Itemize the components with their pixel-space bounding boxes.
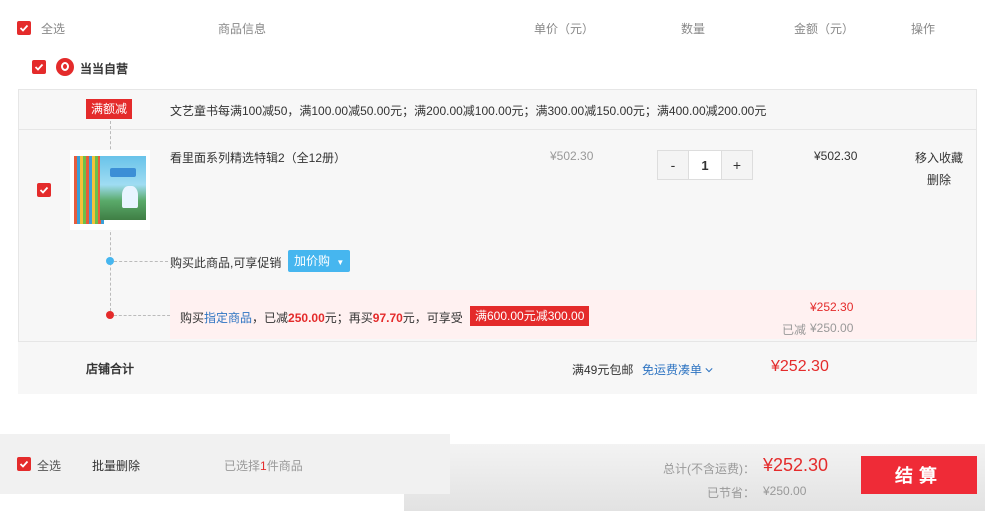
delete-item-link[interactable]: 删除 — [927, 171, 951, 188]
discount-p1: 购买 — [180, 311, 205, 325]
check-icon — [39, 186, 49, 194]
selected-suffix: 件商品 — [266, 459, 303, 473]
selected-count: 1 — [260, 459, 267, 473]
check-icon — [19, 460, 29, 468]
caret-down-icon: ▼ — [336, 258, 345, 267]
promo-line-text: 购买此商品,可享促销 — [170, 256, 282, 270]
book-cover-image — [100, 156, 146, 220]
store-total-label: 店铺合计 — [86, 362, 135, 376]
free-shipping-label: 免运费凑单 — [642, 363, 703, 377]
store-checkbox[interactable] — [32, 60, 46, 74]
promo-dash — [114, 261, 168, 262]
decrease-button[interactable]: - — [658, 151, 688, 179]
promo-tag: 满额减 — [86, 99, 133, 119]
col-unit-price: 单价（元） — [534, 22, 595, 36]
batch-delete-button[interactable]: 批量删除 — [92, 457, 140, 474]
footer-select-all-checkbox[interactable] — [17, 457, 31, 471]
move-to-favorites-link[interactable]: 移入收藏 — [915, 149, 963, 166]
store-total-row — [18, 341, 977, 394]
footer-total-amount: ¥252.30 — [763, 455, 829, 475]
check-icon — [34, 63, 44, 71]
select-all-checkbox[interactable] — [17, 21, 31, 35]
discount-dot-red — [106, 311, 114, 319]
product-thumbnail[interactable] — [70, 150, 150, 230]
selected-prefix: 已选择 — [224, 459, 261, 473]
checkout-button[interactable]: 结算 — [861, 456, 977, 494]
col-quantity: 数量 — [681, 22, 706, 36]
select-all-label[interactable]: 全选 — [41, 20, 65, 37]
promo-text: 文艺童书每满100减50，满100.00减50.00元；满200.00减100.… — [170, 104, 767, 118]
chevron-down-icon — [705, 368, 713, 373]
footer-total-label: 总计(不含运费)： — [663, 462, 755, 476]
item-checkbox[interactable] — [37, 183, 51, 197]
col-action: 操作 — [911, 22, 936, 36]
quantity-input[interactable]: 1 — [688, 151, 722, 179]
promo-dot-blue — [106, 257, 114, 265]
saved-label: 已减 — [782, 323, 807, 337]
footer-saved-label: 已节省： — [707, 486, 756, 500]
discount-dash — [114, 315, 170, 316]
col-product-info: 商品信息 — [218, 22, 267, 36]
shipping-threshold: 满49元包邮 — [572, 363, 634, 377]
col-amount: 金额（元） — [794, 22, 855, 36]
unit-price: ¥502.30 — [550, 149, 594, 163]
discount-more: 97.70 — [372, 311, 403, 325]
discount-reduced: 250.00 — [288, 311, 325, 325]
check-icon — [19, 24, 29, 32]
dangdang-logo-icon — [56, 58, 74, 76]
store-total-amount: ¥252.30 — [771, 358, 829, 375]
free-shipping-link[interactable]: 免运费凑单 — [642, 361, 713, 378]
selected-count-text: 已选择1件商品 — [224, 457, 303, 474]
saved-amount: ¥250.00 — [810, 321, 854, 335]
item-amount: ¥502.30 — [814, 149, 858, 163]
increase-button[interactable]: + — [722, 151, 752, 179]
footer-select-all-label[interactable]: 全选 — [37, 457, 61, 474]
specified-products-link[interactable]: 指定商品 — [204, 311, 252, 325]
store-name[interactable]: 当当自营 — [80, 60, 128, 77]
discount-p3: 元；再买 — [324, 311, 373, 325]
discount-tier-tag[interactable]: 满600.00元减300.00 — [470, 306, 590, 326]
quantity-stepper: - 1 + — [657, 150, 753, 180]
footer-saved-amount: ¥250.00 — [763, 484, 807, 498]
add-buy-button[interactable]: 加价购 ▼ — [288, 250, 351, 272]
discounted-price: ¥252.30 — [810, 300, 854, 314]
discount-text: 购买指定商品，已减250.00元；再买97.70元，可享受 — [180, 309, 463, 326]
product-title[interactable]: 看里面系列精选特辑2（全12册） — [170, 149, 346, 166]
discount-p2: ，已减 — [252, 311, 289, 325]
discount-p4: 元，可享受 — [402, 311, 463, 325]
add-buy-label: 加价购 — [294, 254, 331, 268]
